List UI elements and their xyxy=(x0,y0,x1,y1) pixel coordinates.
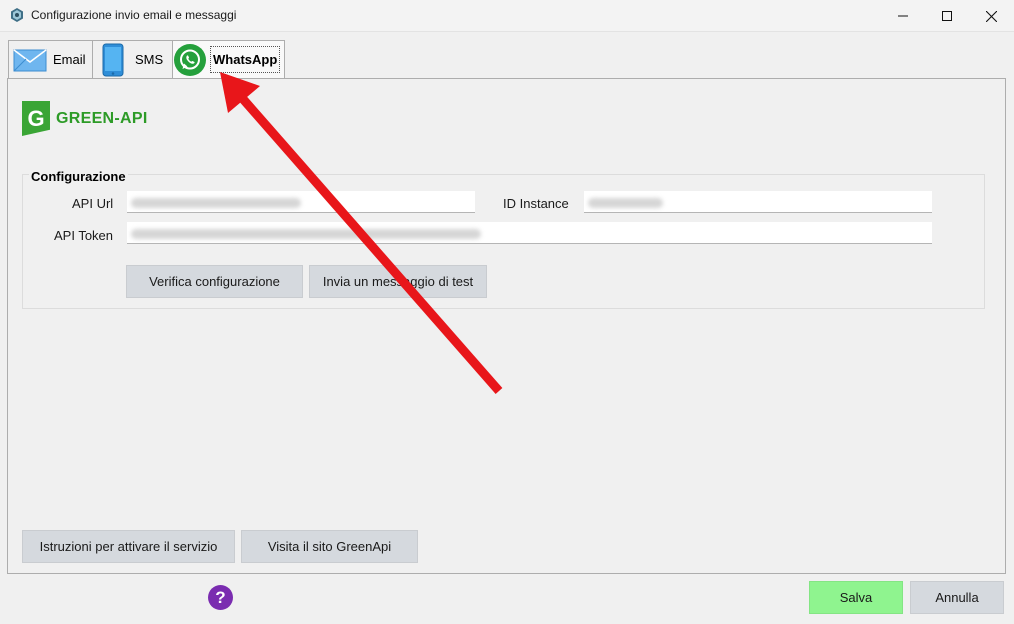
tab-sms-label: SMS xyxy=(135,52,164,67)
tab-sms[interactable]: SMS xyxy=(92,40,172,78)
envelope-icon xyxy=(13,48,47,71)
app-icon xyxy=(11,8,23,22)
id-instance-label: ID Instance xyxy=(503,196,569,211)
minimize-icon xyxy=(898,15,908,17)
maximize-button[interactable] xyxy=(924,0,970,32)
minimize-button[interactable] xyxy=(880,0,926,32)
api-token-label: API Token xyxy=(54,228,114,243)
verify-config-button[interactable]: Verifica configurazione xyxy=(126,265,303,298)
visit-greenapi-button[interactable]: Visita il sito GreenApi xyxy=(241,530,418,563)
whatsapp-icon xyxy=(174,43,206,76)
api-url-input[interactable] xyxy=(127,191,475,213)
config-group: Configurazione API Url ID Instance API T… xyxy=(22,169,985,309)
close-button[interactable] xyxy=(968,0,1014,32)
maximize-icon xyxy=(942,11,952,21)
api-url-label: API Url xyxy=(72,196,114,211)
tab-whatsapp[interactable]: WhatsApp xyxy=(172,40,285,78)
instructions-button[interactable]: Istruzioni per attivare il servizio xyxy=(22,530,235,563)
whatsapp-panel: G GREEN-API Configurazione API Url ID In… xyxy=(7,78,1006,574)
api-token-input[interactable] xyxy=(127,222,932,244)
cancel-button[interactable]: Annulla xyxy=(910,581,1004,614)
green-api-logo-mark: G xyxy=(22,101,50,136)
green-api-brand: GREEN-API xyxy=(56,109,148,127)
send-test-button[interactable]: Invia un messaggio di test xyxy=(309,265,487,298)
tab-email-label: Email xyxy=(53,52,86,67)
close-icon xyxy=(985,10,997,22)
config-group-title: Configurazione xyxy=(29,169,128,184)
tab-email[interactable]: Email xyxy=(8,40,92,78)
phone-icon xyxy=(102,43,124,76)
tab-whatsapp-label: WhatsApp xyxy=(210,46,281,73)
save-button[interactable]: Salva xyxy=(809,581,903,614)
help-icon[interactable]: ? xyxy=(208,585,233,610)
green-api-logo: G GREEN-API xyxy=(22,101,148,136)
window-title: Configurazione invio email e messaggi xyxy=(31,8,237,22)
title-bar: Configurazione invio email e messaggi xyxy=(0,0,1014,32)
id-instance-input[interactable] xyxy=(584,191,932,213)
